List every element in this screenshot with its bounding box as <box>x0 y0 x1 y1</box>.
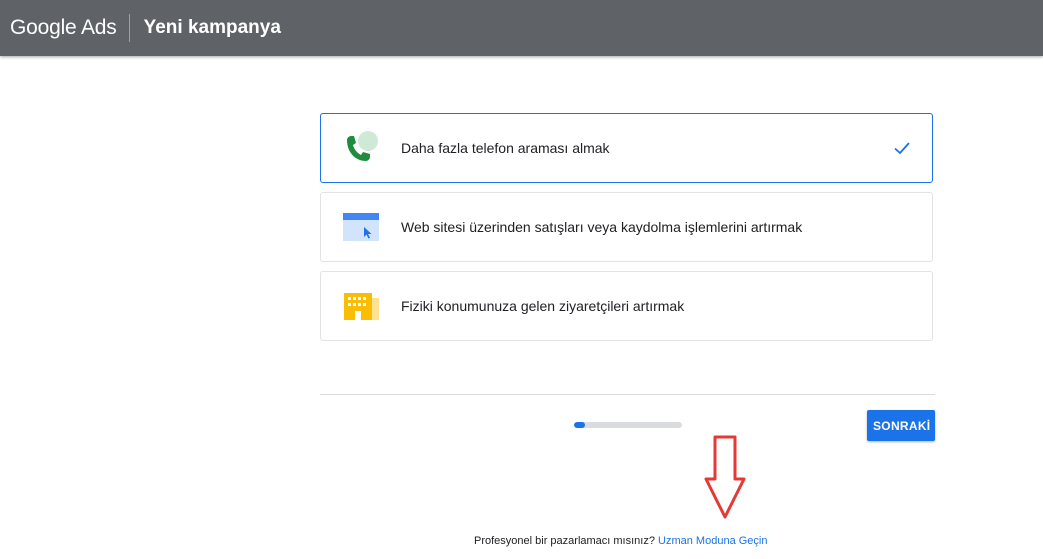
goal-option-website-sales[interactable]: Web sitesi üzerinden satışları veya kayd… <box>320 192 933 262</box>
section-divider <box>320 394 935 395</box>
expert-mode-link[interactable]: Uzman Moduna Geçin <box>658 535 767 547</box>
phone-call-icon <box>347 131 378 161</box>
goal-label: Daha fazla telefon araması almak <box>401 140 610 156</box>
goal-option-phone-calls[interactable]: Daha fazla telefon araması almak <box>320 113 933 183</box>
next-button[interactable]: SONRAKİ <box>867 410 935 441</box>
building-icon <box>344 293 379 320</box>
progress-bar <box>574 422 682 428</box>
page-title: Yeni kampanya <box>143 17 281 38</box>
brand-logo[interactable]: Google Ads <box>10 16 117 40</box>
goal-label: Fiziki konumunuza gelen ziyaretçileri ar… <box>401 298 685 314</box>
red-down-arrow-icon <box>704 435 746 519</box>
website-icon <box>343 213 379 241</box>
expert-mode-footer: Profesyonel bir pazarlamacı mısınız? Uzm… <box>474 535 767 547</box>
progress-bar-fill <box>574 422 585 428</box>
footer-question: Profesyonel bir pazarlamacı mısınız? <box>474 535 655 547</box>
check-icon <box>894 142 910 155</box>
top-bar: Google Ads Yeni kampanya <box>0 0 1043 56</box>
header-divider <box>128 14 130 42</box>
goal-option-store-visits[interactable]: Fiziki konumunuza gelen ziyaretçileri ar… <box>320 271 933 341</box>
goal-label: Web sitesi üzerinden satışları veya kayd… <box>401 219 803 235</box>
